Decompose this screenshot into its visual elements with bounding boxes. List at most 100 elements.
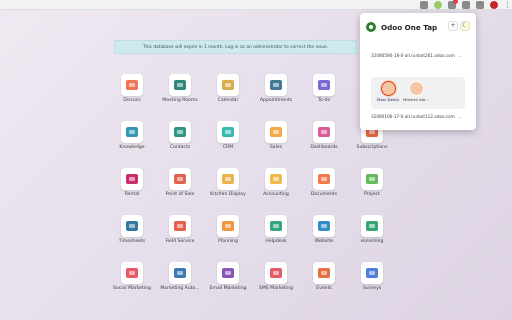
app-label: Dashboards	[310, 145, 338, 150]
odoo-one-tap-logo-icon	[366, 22, 376, 32]
user-name: Marc Demo	[376, 97, 400, 102]
database-url: 32080106-17-0-all.runbot112.odoo.com	[371, 114, 455, 119]
app-label: Social Marketing	[113, 286, 151, 291]
star-icon[interactable]	[420, 1, 428, 9]
marketing-automation-icon	[169, 262, 191, 284]
events-icon	[313, 262, 335, 284]
app-events[interactable]: Events	[300, 262, 348, 299]
chevron-down-icon[interactable]: ⌄	[458, 114, 462, 119]
discuss-icon	[121, 74, 143, 96]
database-row-2[interactable]: 32080106-17-0-all.runbot112.odoo.com ⌄	[371, 114, 461, 119]
app-email-marketing[interactable]: Email Marketing	[204, 262, 252, 299]
appointments-icon	[265, 74, 287, 96]
app-social-marketing[interactable]: Social Marketing	[108, 262, 156, 299]
app-website[interactable]: Website	[300, 215, 348, 252]
dashboards-icon	[313, 121, 335, 143]
app-crm[interactable]: CRM	[204, 121, 252, 158]
app-label: Documents	[310, 192, 338, 197]
app-label: To-do	[317, 98, 331, 103]
banner-text: This database will expire in 1 month. Lo…	[142, 44, 329, 50]
user-item[interactable]: Marc Demo	[376, 81, 400, 105]
crm-icon	[217, 121, 239, 143]
puzzle-icon[interactable]	[462, 1, 470, 9]
app-appointments[interactable]: Appointments	[252, 74, 300, 111]
knowledge-icon	[121, 121, 143, 143]
app-label: Calendar	[217, 98, 239, 103]
chevron-down-icon[interactable]: ⌄	[458, 53, 462, 58]
expiry-banner: This database will expire in 1 month. Lo…	[114, 40, 357, 54]
app-label: CRM	[222, 145, 234, 150]
app-label: Events	[316, 286, 332, 291]
dark-mode-toggle-icon[interactable]: ☾	[460, 21, 470, 31]
app-helpdesk[interactable]: Helpdesk	[252, 215, 300, 252]
download-icon[interactable]	[476, 1, 484, 9]
app-kitchen-display[interactable]: Kitchen Display	[204, 168, 252, 205]
app-label: Meeting Rooms	[162, 98, 198, 103]
app-sms-marketing[interactable]: SMS Marketing	[252, 262, 300, 299]
app-label: Subscriptions	[356, 145, 388, 150]
database-row-1[interactable]: 32080590-18-0-all.runbot261.odoo.com ⌄	[371, 53, 461, 58]
app-timesheets[interactable]: Timesheets	[108, 215, 156, 252]
browser-toolbar: ⋮	[0, 0, 512, 10]
odoo-one-tap-popup: Odoo One Tap + ☾ 32080590-18-0-all.runbo…	[360, 13, 476, 130]
app-label: Appointments	[259, 98, 293, 103]
timesheets-icon	[121, 215, 143, 237]
app-label: Helpdesk	[265, 239, 287, 244]
app-point-of-sale[interactable]: Point of Sale	[156, 168, 204, 205]
app-project[interactable]: Project	[348, 168, 396, 205]
app-label: SMS Marketing	[258, 286, 294, 291]
app-knowledge[interactable]: Knowledge	[108, 121, 156, 158]
add-database-button[interactable]: +	[448, 21, 458, 31]
app-elearning[interactable]: eLearning	[348, 215, 396, 252]
email-marketing-icon	[217, 262, 239, 284]
app-surveys[interactable]: Surveys	[348, 262, 396, 299]
app-label: Sales	[269, 145, 283, 150]
extension-icons: ⋮	[420, 0, 511, 9]
user-avatar	[380, 81, 396, 96]
menu-dots-icon[interactable]: ⋮	[504, 1, 511, 9]
extension-badge-icon[interactable]	[448, 0, 458, 9]
app-label: Discuss	[123, 98, 141, 103]
app-rental[interactable]: Rental	[108, 168, 156, 205]
project-icon	[361, 168, 383, 190]
app-contacts[interactable]: Contacts	[156, 121, 204, 158]
profile-avatar-icon[interactable]	[490, 1, 498, 9]
app-discuss[interactable]: Discuss	[108, 74, 156, 111]
app-label: Email Marketing	[209, 286, 247, 291]
odoo-one-tap-extension-icon[interactable]	[434, 1, 442, 9]
app-label: Rental	[124, 192, 140, 197]
planning-icon	[217, 215, 239, 237]
popup-title: Odoo One Tap	[381, 22, 438, 32]
app-dashboards[interactable]: Dashboards	[300, 121, 348, 158]
app-marketing-auto-[interactable]: Marketing Auto...	[156, 262, 204, 299]
app-label: Timesheets	[118, 239, 146, 244]
app-label: Website	[314, 239, 334, 244]
app-label: Point of Sale	[165, 192, 195, 197]
sms-marketing-icon	[265, 262, 287, 284]
app-label: Surveys	[362, 286, 382, 291]
app-accounting[interactable]: Accounting	[252, 168, 300, 205]
app-documents[interactable]: Documents	[300, 168, 348, 205]
accounting-icon	[265, 168, 287, 190]
database-url: 32080590-18-0-all.runbot261.odoo.com	[371, 53, 455, 58]
app-field-service[interactable]: Field Service	[156, 215, 204, 252]
app-label: Marketing Auto...	[160, 286, 200, 291]
user-item[interactable]: Mitchell Adr...	[403, 81, 429, 105]
app-label: Contacts	[169, 145, 191, 150]
app-to-do[interactable]: To-do	[300, 74, 348, 111]
website-icon	[313, 215, 335, 237]
app-planning[interactable]: Planning	[204, 215, 252, 252]
app-label: eLearning	[360, 239, 384, 244]
app-sales[interactable]: Sales	[252, 121, 300, 158]
app-calendar[interactable]: Calendar	[204, 74, 252, 111]
sales-icon	[265, 121, 287, 143]
app-label: Kitchen Display	[210, 192, 246, 197]
social-marketing-icon	[121, 262, 143, 284]
rental-icon	[121, 168, 143, 190]
user-name: Mitchell Adr...	[403, 97, 429, 102]
todo-icon	[313, 74, 335, 96]
user-list: Marc Demo Mitchell Adr...	[371, 77, 465, 109]
kitchen-display-icon	[217, 168, 239, 190]
app-meeting-rooms[interactable]: Meeting Rooms	[156, 74, 204, 111]
popup-header: Odoo One Tap	[366, 22, 437, 32]
